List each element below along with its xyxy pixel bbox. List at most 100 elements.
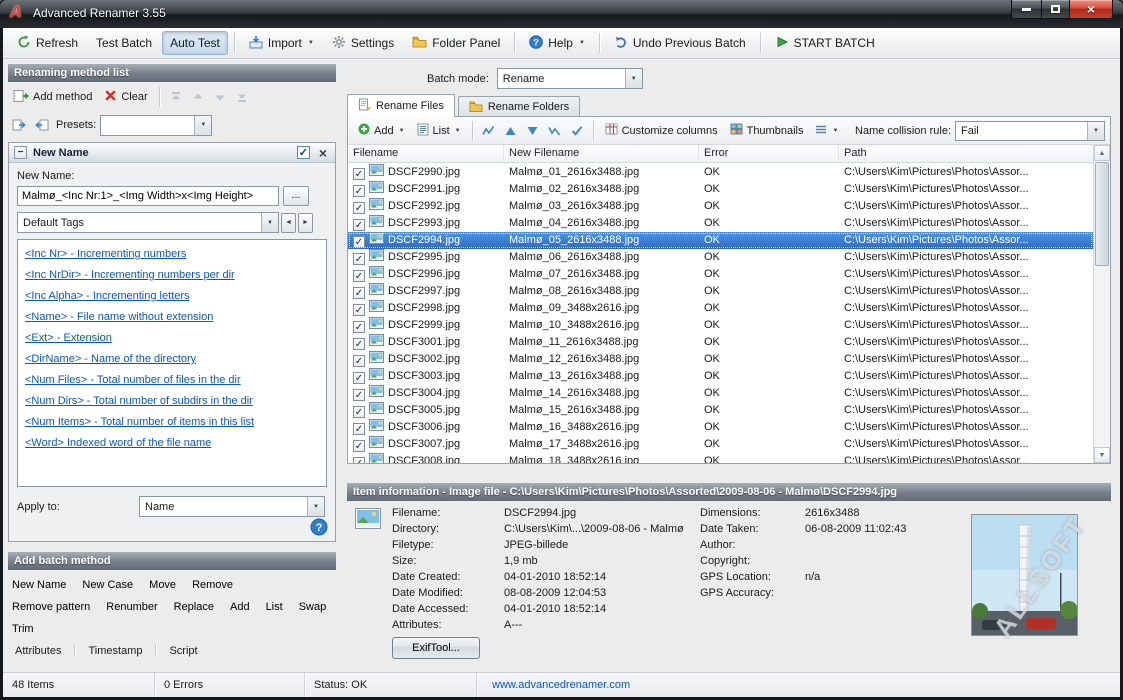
scrollbar-thumb[interactable] [1095, 162, 1109, 266]
table-row[interactable]: ✓DSCF2994.jpgMalmø_05_2616x3488.jpgOKC:\… [348, 232, 1093, 249]
refresh-button[interactable]: Refresh [9, 30, 86, 57]
table-row[interactable]: ✓DSCF3007.jpgMalmø_17_3488x2616.jpgOKC:\… [348, 436, 1093, 453]
tab-rename-files[interactable]: Rename Files [347, 94, 455, 117]
row-checkbox[interactable]: ✓ [353, 270, 365, 282]
auto-test-button[interactable]: Auto Test [162, 31, 228, 55]
add-files-button[interactable]: Add ▼ [353, 120, 410, 141]
row-checkbox[interactable]: ✓ [353, 202, 365, 214]
batch-method-list[interactable]: List [266, 601, 283, 613]
tag-category-select[interactable]: Default Tags ▼ [17, 212, 279, 233]
method-help-button[interactable]: ? [310, 518, 328, 536]
row-checkbox[interactable]: ✓ [353, 253, 365, 265]
collapse-icon[interactable]: − [14, 146, 27, 159]
batch-method-remove[interactable]: Remove [192, 579, 233, 591]
column-header-error[interactable]: Error [699, 145, 839, 162]
row-checkbox[interactable]: ✓ [353, 287, 365, 299]
shuffle-icon[interactable] [545, 121, 565, 141]
open-preset-icon[interactable] [8, 115, 28, 135]
maximize-button[interactable] [1041, 0, 1069, 19]
table-row[interactable]: ✓DSCF2996.jpgMalmø_07_2616x3488.jpgOKC:\… [348, 266, 1093, 283]
undo-batch-button[interactable]: Undo Previous Batch [606, 30, 754, 57]
tag-link[interactable]: <Inc Alpha> - Incrementing letters [25, 286, 319, 307]
tag-link[interactable]: <Name> - File name without extension [25, 307, 319, 328]
website-link[interactable]: www.advancedrenamer.com [492, 679, 630, 691]
row-checkbox[interactable]: ✓ [353, 338, 365, 350]
row-checkbox[interactable]: ✓ [353, 219, 365, 231]
row-checkbox[interactable]: ✓ [353, 423, 365, 435]
add-method-button[interactable]: Add method [8, 86, 97, 109]
name-collision-select[interactable]: Fail ▼ [955, 121, 1105, 141]
move-method-bottom-icon[interactable] [232, 87, 252, 107]
scroll-down-icon[interactable]: ▼ [1094, 447, 1110, 463]
tag-link[interactable]: <Inc Nr> - Incrementing numbers [25, 244, 319, 265]
batch-method-renumber[interactable]: Renumber [106, 601, 157, 613]
row-checkbox[interactable]: ✓ [353, 372, 365, 384]
table-row[interactable]: ✓DSCF2993.jpgMalmø_04_2616x3488.jpgOKC:\… [348, 215, 1093, 232]
table-row[interactable]: ✓DSCF3001.jpgMalmø_11_2616x3488.jpgOKC:\… [348, 334, 1093, 351]
column-header-new-filename[interactable]: New Filename [504, 145, 699, 162]
check-items-icon[interactable] [567, 121, 587, 141]
exiftool-button[interactable]: ExifTool... [392, 637, 480, 659]
tag-link[interactable]: <Ext> - Extension [25, 328, 319, 349]
table-row[interactable]: ✓DSCF2999.jpgMalmø_10_3488x2616.jpgOKC:\… [348, 317, 1093, 334]
tab-rename-folders[interactable]: Rename Folders [458, 96, 580, 117]
batch-method-swap[interactable]: Swap [299, 601, 327, 613]
move-item-down-icon[interactable] [523, 121, 543, 141]
method-close-icon[interactable]: × [316, 145, 330, 161]
help-button[interactable]: ? Help ▼ [521, 30, 593, 57]
settings-button[interactable]: Settings [324, 30, 402, 57]
table-row[interactable]: ✓DSCF3002.jpgMalmø_12_2616x3488.jpgOKC:\… [348, 351, 1093, 368]
batch-method-tab-timestamp[interactable]: Timestamp [75, 645, 156, 657]
scroll-up-icon[interactable]: ▲ [1094, 145, 1110, 161]
column-header-path[interactable]: Path [839, 145, 1110, 162]
tag-next-icon[interactable]: ► [298, 213, 313, 233]
table-row[interactable]: ✓DSCF3005.jpgMalmø_15_2616x3488.jpgOKC:\… [348, 402, 1093, 419]
batch-mode-select[interactable]: Rename ▼ [497, 68, 643, 89]
row-checkbox[interactable]: ✓ [353, 304, 365, 316]
batch-method-replace[interactable]: Replace [174, 601, 214, 613]
table-row[interactable]: ✓DSCF3004.jpgMalmø_14_2616x3488.jpgOKC:\… [348, 385, 1093, 402]
row-checkbox[interactable]: ✓ [353, 168, 365, 180]
thumbnails-button[interactable]: Thumbnails [725, 120, 809, 141]
tag-link[interactable]: <Inc NrDir> - Incrementing numbers per d… [25, 265, 319, 286]
test-batch-button[interactable]: Test Batch [88, 31, 160, 55]
row-checkbox[interactable]: ✓ [353, 236, 365, 248]
tag-link[interactable]: <Num Dirs> - Total number of subdirs in … [25, 391, 319, 412]
batch-method-trim[interactable]: Trim [12, 623, 34, 635]
batch-method-new-case[interactable]: New Case [82, 579, 133, 591]
row-checkbox[interactable]: ✓ [353, 355, 365, 367]
move-method-down-icon[interactable] [210, 87, 230, 107]
tag-link[interactable]: <DirName> - Name of the directory [25, 349, 319, 370]
table-row[interactable]: ✓DSCF3003.jpgMalmø_13_2616x3488.jpgOKC:\… [348, 368, 1093, 385]
move-item-up-icon[interactable] [501, 121, 521, 141]
browse-button[interactable]: ... [283, 186, 309, 206]
batch-method-add[interactable]: Add [230, 601, 250, 613]
import-button[interactable]: Import ▼ [241, 30, 322, 57]
table-row[interactable]: ✓DSCF2990.jpgMalmø_01_2616x3488.jpgOKC:\… [348, 164, 1093, 181]
tag-link[interactable]: <Word> Indexed word of the file name [25, 433, 319, 454]
start-batch-button[interactable]: START BATCH [767, 30, 883, 57]
table-row[interactable]: ✓DSCF2991.jpgMalmø_02_2616x3488.jpgOKC:\… [348, 181, 1093, 198]
table-row[interactable]: ✓DSCF3008.jpgMalmø_18_3488x2616.jpgOKC:\… [348, 453, 1093, 463]
batch-method-tab-script[interactable]: Script [156, 645, 210, 657]
table-row[interactable]: ✓DSCF2998.jpgMalmø_09_3488x2616.jpgOKC:\… [348, 300, 1093, 317]
batch-method-remove-pattern[interactable]: Remove pattern [12, 601, 90, 613]
folder-panel-button[interactable]: Folder Panel [404, 30, 508, 56]
row-checkbox[interactable]: ✓ [353, 389, 365, 401]
method-enabled-checkbox[interactable]: ✓ [297, 146, 310, 159]
batch-method-new-name[interactable]: New Name [12, 579, 66, 591]
row-checkbox[interactable]: ✓ [353, 406, 365, 418]
table-row[interactable]: ✓DSCF3006.jpgMalmø_16_3488x2616.jpgOKC:\… [348, 419, 1093, 436]
tag-link[interactable]: <Num Items> - Total number of items in t… [25, 412, 319, 433]
row-checkbox[interactable]: ✓ [353, 185, 365, 197]
batch-method-tab-attributes[interactable]: Attributes [12, 645, 75, 657]
table-row[interactable]: ✓DSCF2997.jpgMalmø_08_2616x3488.jpgOKC:\… [348, 283, 1093, 300]
presets-select[interactable]: ▼ [100, 115, 212, 136]
minimize-button[interactable] [1011, 0, 1041, 19]
save-preset-icon[interactable] [32, 115, 52, 135]
row-checkbox[interactable]: ✓ [353, 457, 365, 463]
move-method-top-icon[interactable] [166, 87, 186, 107]
column-header-filename[interactable]: Filename [348, 145, 504, 162]
move-method-up-icon[interactable] [188, 87, 208, 107]
row-checkbox[interactable]: ✓ [353, 321, 365, 333]
